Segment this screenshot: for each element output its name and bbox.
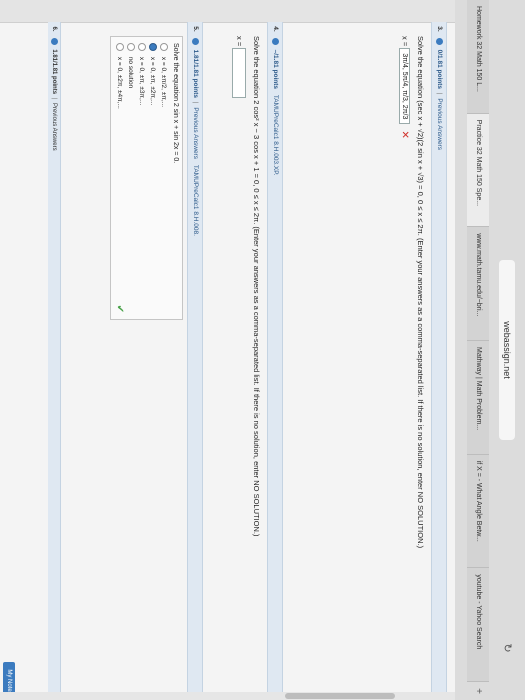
- choice-text: x = 0, ±π, ±3π,...: [138, 56, 145, 106]
- answer-field[interactable]: 3π/4, 5π/4, π/3, 2π/3: [399, 48, 410, 125]
- tab-math-tamu[interactable]: www.math.tamu.edu/~bri...: [467, 227, 489, 342]
- previous-answers-link[interactable]: Previous Answers: [51, 103, 57, 151]
- assignment-content: 3. 0/1.81 points | Previous Answers Solv…: [0, 22, 455, 700]
- question-prompt: Solve the equation (sec x + √2)(2 sin x …: [416, 36, 425, 549]
- scrollbar-thumb[interactable]: [285, 693, 395, 699]
- radio-button-selected[interactable]: [148, 43, 157, 51]
- answer-label: x =: [235, 36, 245, 47]
- question-3-header: 3. 0/1.81 points | Previous Answers: [431, 22, 447, 692]
- question-points: 0/1.81 points: [436, 49, 443, 89]
- question-reference: TAMUPreCalc1 8.H.003.XP.: [272, 94, 279, 176]
- rotated-browser: webassign.net ↻ Homework 32 Math 150 L..…: [0, 0, 525, 700]
- tab-mathway[interactable]: Mathway | Math Problem...: [467, 341, 489, 455]
- webassign-page: 3. 0/1.81 points | Previous Answers Solv…: [0, 0, 455, 700]
- choice-option[interactable]: x = 0, ±π, ±2π,...: [147, 43, 158, 313]
- question-points: 1.81/1.81 points: [51, 49, 57, 95]
- previous-answers-link[interactable]: Previous Answers: [436, 98, 443, 150]
- tab-practice[interactable]: Practice 32 Math 150 Spe...: [467, 113, 489, 228]
- laptop-screen: webassign.net ↻ Homework 32 Math 150 L..…: [0, 0, 525, 700]
- status-dot-icon: [192, 37, 200, 45]
- question-5-header: 5. 1.81/1.81 points | Previous Answers T…: [187, 22, 203, 692]
- question-3-body: Solve the equation (sec x + √2)(2 sin x …: [399, 36, 425, 676]
- question-points: 1.81/1.81 points: [192, 49, 199, 99]
- tab-angle[interactable]: if X = - What Angle Betw...: [467, 454, 489, 569]
- choice-option[interactable]: x = 0, ±2π, ±4π,... ✔: [114, 43, 125, 313]
- multiple-choice-box: Solve the equation 2 sin x + sin 2x = 0.…: [110, 36, 183, 320]
- status-dot-icon: [436, 37, 444, 45]
- radio-button[interactable]: [115, 43, 124, 51]
- question-number: 5.: [192, 26, 199, 32]
- answer-label: x =: [400, 36, 410, 47]
- radio-button[interactable]: [137, 43, 146, 51]
- separator: |: [192, 101, 199, 104]
- previous-answers-link[interactable]: Previous Answers: [192, 107, 199, 159]
- question-4-header: 4. –/1.81 points TAMUPreCalc1 8.H.003.XP…: [267, 22, 283, 692]
- question-number: 6.: [51, 26, 57, 32]
- choice-text: x = 0, ±π/2, ±π,...: [160, 56, 167, 108]
- status-dot-icon: [51, 37, 59, 45]
- question-prompt: Solve the equation 2 cos² x − 3 cos x + …: [252, 36, 261, 537]
- choice-text: x = 0, ±2π, ±4π,...: [116, 56, 123, 109]
- tab-strip: Homework 32 Math 150 L... Practice 32 Ma…: [467, 0, 489, 700]
- address-row: webassign.net ↻: [495, 0, 517, 700]
- radio-button[interactable]: [126, 43, 135, 51]
- question-number: 3.: [436, 26, 443, 32]
- question-number: 4.: [272, 26, 279, 32]
- bookmarks-bar: [455, 0, 467, 700]
- vertical-scrollbar[interactable]: [0, 692, 455, 700]
- tab-youtube[interactable]: youtube - Yahoo Search: [467, 568, 489, 683]
- separator: |: [51, 97, 57, 100]
- status-dot-icon: [272, 37, 280, 45]
- correct-check-icon: ✔: [114, 304, 125, 313]
- left-sidebar: [0, 0, 455, 23]
- choice-option[interactable]: x = 0, ±π, ±3π,...: [136, 43, 147, 313]
- question-4-body: Solve the equation 2 cos² x − 3 cos x + …: [232, 36, 261, 676]
- tab-homework[interactable]: Homework 32 Math 150 L...: [467, 0, 489, 114]
- new-tab-button[interactable]: +: [467, 682, 489, 700]
- question-5-body: Solve the equation 2 sin x + sin 2x = 0.…: [110, 36, 183, 676]
- choice-option[interactable]: no solution: [125, 43, 136, 313]
- answer-field[interactable]: [232, 48, 246, 99]
- reload-icon[interactable]: ↻: [499, 640, 515, 656]
- choice-text: x = 0, ±π, ±2π,...: [149, 56, 156, 106]
- address-bar[interactable]: webassign.net: [499, 260, 515, 440]
- question-prompt: Solve the equation 2 sin x + sin 2x = 0.: [172, 43, 179, 164]
- question-reference: TAMUPreCalc1 8.H.008.: [192, 164, 199, 236]
- browser-chrome: webassign.net ↻ Homework 32 Math 150 L..…: [454, 0, 525, 700]
- question-points: –/1.81 points: [272, 49, 279, 89]
- choice-option[interactable]: x = 0, ±π/2, ±π,...: [158, 43, 169, 313]
- incorrect-icon: ✕: [399, 130, 410, 139]
- choice-text: no solution: [127, 56, 134, 89]
- question-6-header: 6. 1.81/1.81 points | Previous Answers: [48, 22, 61, 692]
- radio-button[interactable]: [159, 43, 168, 51]
- separator: |: [436, 92, 443, 95]
